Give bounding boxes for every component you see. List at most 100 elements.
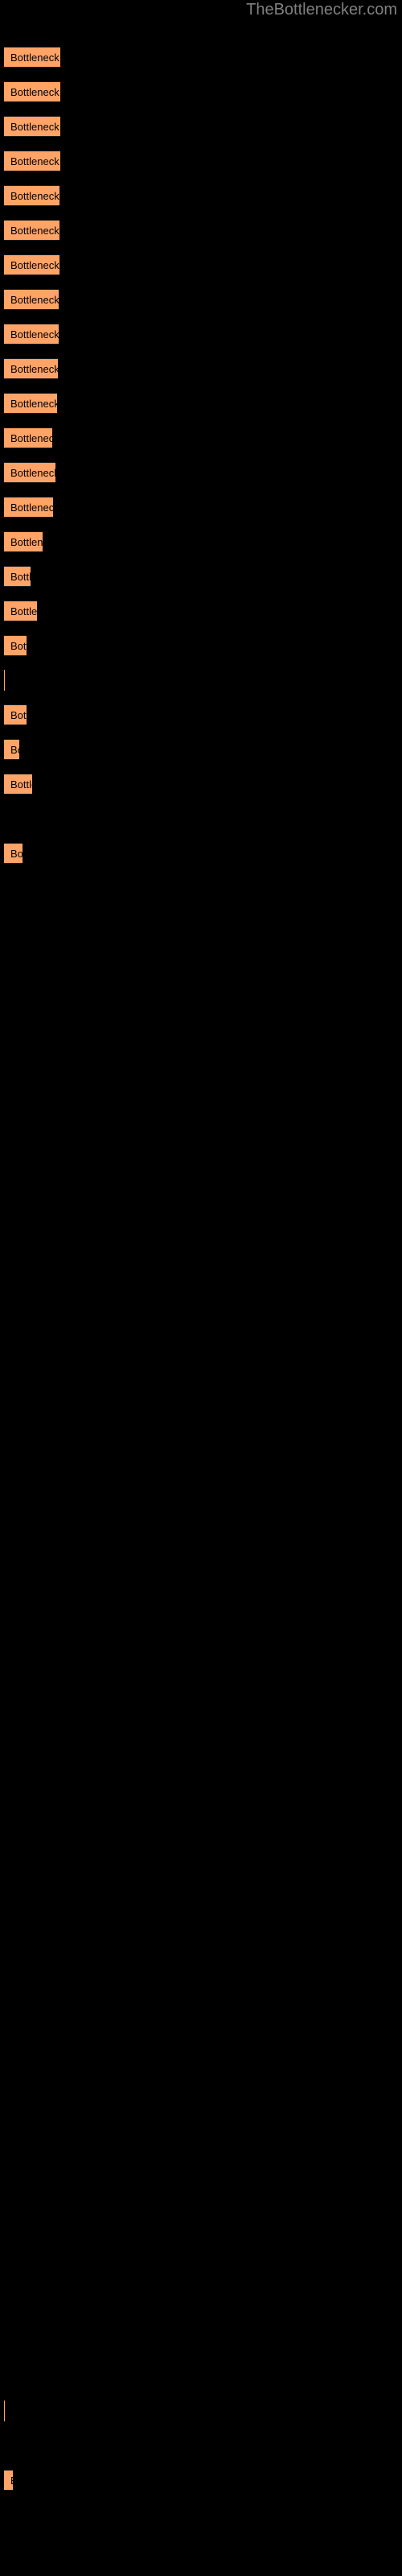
bar-row	[0, 1674, 402, 1695]
bar-label: Bottleneck result	[10, 155, 60, 167]
bar-label: Bottleneck result	[10, 605, 37, 617]
bar-label: Bottleneck result	[10, 86, 60, 98]
bar-row: Bottleneck result	[0, 635, 402, 656]
bar: Bottleneck result	[4, 220, 59, 241]
bar: Bottleneck result	[4, 358, 58, 379]
bar-label: Bottleneck result	[10, 640, 27, 652]
bar-row	[0, 1466, 402, 1487]
bar-label: Bottleneck result	[10, 571, 31, 583]
bar-row	[0, 1639, 402, 1660]
bar-label: Bottleneck result	[10, 398, 57, 410]
bar-row	[0, 2504, 402, 2525]
bar: Bottleneck result	[4, 427, 52, 448]
bar-row: Bottleneck result	[0, 254, 402, 275]
bar-row: Bottleneck result	[0, 2470, 402, 2491]
bar-row	[0, 877, 402, 898]
bar-label: Bottleneck result	[10, 294, 59, 306]
bar: Bottleneck result	[4, 635, 27, 656]
bar: Bottleneck result	[4, 704, 27, 725]
bar-row	[0, 1501, 402, 1521]
bar-row	[0, 1431, 402, 1452]
bar-row	[0, 1189, 402, 1210]
bar-row	[0, 2089, 402, 2110]
bar-label: Bottleneck result	[10, 467, 55, 479]
bar-row	[0, 1604, 402, 1625]
bar-row	[0, 1224, 402, 1245]
bar-row: Bottleneck result	[0, 427, 402, 448]
bar-row: Bottleneck result	[0, 774, 402, 795]
bar: Bottleneck result	[4, 151, 60, 171]
bar-row	[0, 947, 402, 968]
bar-row	[0, 1293, 402, 1314]
bar-row: Bottleneck result	[0, 358, 402, 379]
bar-row: Bottleneck result	[0, 289, 402, 310]
bar-row	[0, 1985, 402, 2006]
bar-row: Bottleneck result	[0, 462, 402, 483]
bar-row: Bottleneck result	[0, 116, 402, 137]
bar-row: Bottleneck result	[0, 566, 402, 587]
bar-row	[0, 1535, 402, 1556]
bar-label: Bottleneck result	[10, 363, 58, 375]
bar-row	[0, 1570, 402, 1591]
bar-row	[0, 670, 402, 691]
bar-row	[0, 912, 402, 933]
bar-label: Bottleneck result	[10, 536, 43, 548]
bar-label: Bottleneck result	[10, 432, 52, 444]
bar-row	[0, 1327, 402, 1348]
bar: Bottleneck result	[4, 531, 43, 552]
bar-label: Bottleneck result	[10, 190, 59, 202]
bar-row	[0, 981, 402, 1002]
bar-label: Bottleneck result	[10, 709, 27, 721]
bar-row	[0, 2366, 402, 2387]
bar: Bottleneck result	[4, 81, 60, 102]
bar-row	[0, 2401, 402, 2421]
bar-row	[0, 2054, 402, 2075]
bar-row	[0, 1120, 402, 1141]
bar: Bottleneck result	[4, 2470, 13, 2491]
bar-label: Bottleneck result	[10, 502, 53, 514]
bar-row	[0, 1777, 402, 1798]
bar-row	[0, 1812, 402, 1833]
bar: Bottleneck result	[4, 393, 57, 414]
bar-row: Bottleneck result	[0, 324, 402, 345]
bar-chart: Bottleneck result Bottleneck result Bottle…	[0, 0, 402, 2576]
bar-row	[0, 1743, 402, 1764]
bar-row	[0, 2297, 402, 2318]
bar: Bottleneck result	[4, 116, 60, 137]
bar-label: Bottleneck result	[10, 328, 59, 341]
bar-row: Bottleneck result	[0, 601, 402, 621]
bar-row: Bottleneck result	[0, 151, 402, 171]
bar-row: Bottleneck result	[0, 220, 402, 241]
bar: Bottleneck result	[4, 774, 32, 795]
bar-label: Bottleneck result	[10, 121, 60, 133]
bar-row	[0, 1258, 402, 1279]
bar-row	[0, 1847, 402, 1868]
bar-row	[0, 1085, 402, 1106]
bar-row: Bottleneck result	[0, 843, 402, 864]
bar-label: Bottleneck result	[10, 52, 60, 64]
bar: Bottleneck result	[4, 47, 60, 68]
bar-row	[0, 1362, 402, 1383]
bar: Bottleneck result	[4, 843, 23, 864]
bar-row: Bottleneck result	[0, 47, 402, 68]
bar: Bottleneck result	[4, 601, 37, 621]
bar-row	[0, 1708, 402, 1729]
bar-row	[0, 1016, 402, 1037]
bar-row	[0, 1951, 402, 1971]
bar-row	[0, 2193, 402, 2214]
bar	[4, 2401, 5, 2421]
bar	[4, 670, 5, 691]
bar-row	[0, 2124, 402, 2145]
bar-row: Bottleneck result	[0, 185, 402, 206]
bar-row	[0, 1154, 402, 1175]
bar-label: Bottleneck result	[10, 225, 59, 237]
page-root: TheBottlenecker.com Bottleneck resultBot…	[0, 0, 402, 2576]
bar-row: Bottleneck result	[0, 531, 402, 552]
bar-row	[0, 2158, 402, 2179]
bar: Bottleneck result	[4, 566, 31, 587]
bar: Bottleneck result	[4, 497, 53, 518]
bar-row	[0, 2331, 402, 2352]
bar-row	[0, 2227, 402, 2248]
bar-row	[0, 2539, 402, 2560]
bar-row	[0, 2262, 402, 2283]
